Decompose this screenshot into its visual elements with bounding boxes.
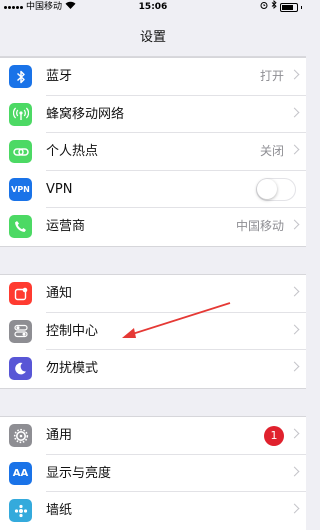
gear-icon bbox=[9, 424, 32, 447]
chevron-right-icon bbox=[289, 466, 300, 476]
control-center-icon bbox=[9, 319, 32, 343]
chevron-right-icon bbox=[289, 428, 300, 439]
chevron-right-icon bbox=[289, 219, 300, 230]
row-label: 通知 bbox=[46, 286, 73, 301]
toggle-knob bbox=[257, 178, 277, 199]
settings-row-vpn: VPN VPN bbox=[0, 171, 306, 208]
row-label: 显示与亮度 bbox=[46, 465, 112, 481]
settings-row-control-center[interactable]: 控制中心 bbox=[0, 313, 306, 350]
row-label: 运营商 bbox=[46, 219, 86, 234]
settings-row-do-not-disturb[interactable]: 勿扰模式 bbox=[0, 350, 306, 388]
row-value: 关闭 bbox=[259, 144, 284, 158]
row-label: 通用 bbox=[46, 428, 73, 443]
vpn-toggle[interactable] bbox=[256, 177, 296, 201]
settings-row-cellular[interactable]: 蜂窝移动网络 bbox=[0, 96, 306, 133]
row-label: 蜂窝移动网络 bbox=[46, 106, 125, 122]
bluetooth-status-icon bbox=[271, 0, 277, 14]
row-label: 控制中心 bbox=[46, 323, 99, 339]
notification-badge: 1 bbox=[264, 426, 284, 446]
settings-row-carrier[interactable]: 运营商 中国移动 bbox=[0, 208, 306, 246]
row-label: VPN bbox=[46, 181, 73, 197]
row-label: 墙纸 bbox=[46, 503, 73, 518]
settings-group-notifications: 通知 控制中心 勿扰模式 bbox=[0, 274, 306, 389]
row-label: 勿扰模式 bbox=[46, 361, 99, 376]
settings-row-display-brightness[interactable]: AA 显示与亮度 bbox=[0, 455, 306, 492]
chevron-right-icon bbox=[289, 324, 300, 334]
chevron-right-icon bbox=[289, 286, 300, 297]
chevron-right-icon bbox=[289, 503, 300, 514]
vpn-icon: VPN bbox=[9, 177, 32, 201]
chevron-right-icon bbox=[289, 69, 300, 80]
moon-icon bbox=[9, 357, 32, 380]
battery-icon bbox=[280, 2, 298, 12]
row-value: 打开 bbox=[259, 69, 284, 83]
bluetooth-icon bbox=[9, 65, 32, 88]
hotspot-icon bbox=[9, 140, 32, 163]
navigation-bar: 设置 bbox=[0, 14, 306, 57]
phone-icon bbox=[9, 215, 32, 238]
settings-row-wallpaper[interactable]: 墙纸 bbox=[0, 492, 306, 530]
display-icon: AA bbox=[9, 461, 32, 485]
row-label: 个人热点 bbox=[46, 144, 99, 159]
alarm-icon bbox=[260, 0, 268, 14]
settings-group-connectivity: 蓝牙 打开 蜂窝移动网络 个人热点 关闭 VPN VPN 运营商 中国移动 bbox=[0, 57, 306, 247]
status-bar: 中国移动 15:06 bbox=[0, 0, 306, 14]
chevron-right-icon bbox=[289, 361, 300, 372]
chevron-right-icon bbox=[289, 144, 300, 155]
settings-row-general[interactable]: 通用 1 bbox=[0, 417, 306, 455]
settings-row-hotspot[interactable]: 个人热点 关闭 bbox=[0, 133, 306, 171]
page-title: 设置 bbox=[139, 30, 166, 45]
settings-group-general: 通用 1 AA 显示与亮度 墙纸 bbox=[0, 416, 306, 530]
cellular-icon bbox=[9, 102, 32, 126]
wallpaper-icon bbox=[9, 499, 32, 522]
chevron-right-icon bbox=[289, 107, 300, 117]
row-label: 蓝牙 bbox=[46, 69, 73, 84]
settings-row-notifications[interactable]: 通知 bbox=[0, 275, 306, 313]
notifications-icon bbox=[9, 282, 32, 305]
settings-row-bluetooth[interactable]: 蓝牙 打开 bbox=[0, 58, 306, 96]
status-right bbox=[260, 0, 302, 14]
row-value: 中国移动 bbox=[235, 219, 284, 233]
